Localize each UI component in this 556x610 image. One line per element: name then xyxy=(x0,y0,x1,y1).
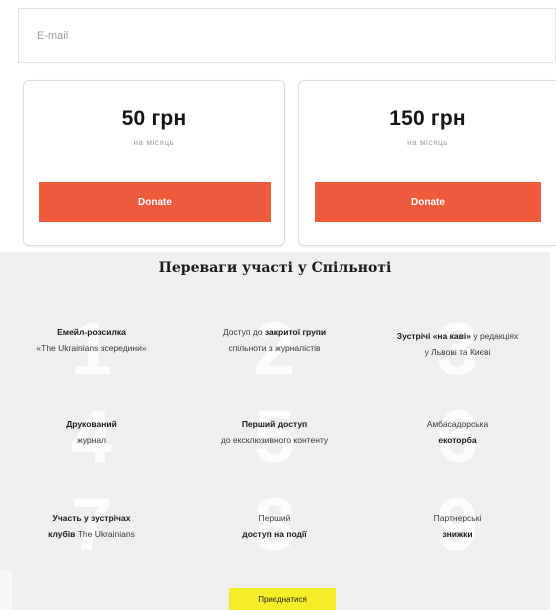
benefit-item-8: 8 Перший доступ на події xyxy=(183,480,366,570)
benefit-item-3: 3 Зустрічі «на каві» у редакціях у Львов… xyxy=(366,304,549,394)
join-button[interactable]: Приєднатися xyxy=(229,588,336,610)
benefits-section: Переваги участі у Спільноті 1 Емейл-розс… xyxy=(0,252,550,610)
plan-period: на місяць xyxy=(407,138,448,147)
plan-card-150: 150 грн на місяць Donate xyxy=(298,80,556,246)
plan-price: 50 грн xyxy=(121,107,187,130)
plan-price: 150 грн xyxy=(389,107,466,130)
email-field-container[interactable] xyxy=(18,8,556,63)
benefits-title: Переваги участі у Спільноті xyxy=(158,260,392,276)
benefit-item-4: 4 Друкований журнал xyxy=(0,392,183,482)
benefit-item-5: 5 Перший доступ до ексклюзивного контент… xyxy=(183,392,366,482)
benefit-text: Доступ до закритої групи спільноти з жур… xyxy=(222,327,327,353)
benefit-text: Перший доступ на події xyxy=(242,513,307,539)
benefit-item-9: 9 Партнерські знижки xyxy=(366,480,549,570)
benefit-item-7: 7 Участь у зустрічах клубів The Ukrainia… xyxy=(0,480,183,570)
benefit-item-6: 6 Амбасадорська екоторба xyxy=(366,392,549,482)
benefit-text: Участь у зустрічах клубів The Ukrainians xyxy=(48,513,135,539)
benefit-text: Амбасадорська екоторба xyxy=(426,419,489,445)
donate-button-150[interactable]: Donate xyxy=(315,182,541,222)
benefit-text: Зустрічі «на каві» у редакціях у Львові … xyxy=(396,331,519,357)
benefit-text: Перший доступ до ексклюзивного контенту xyxy=(220,419,329,445)
benefit-text: Емейл-розсилка «The Ukrainians зсередини… xyxy=(36,327,147,353)
benefit-text: Партнерські знижки xyxy=(433,513,482,539)
plan-card-50: 50 грн на місяць Donate xyxy=(23,80,285,246)
left-edge-strip xyxy=(0,570,12,610)
donate-button-50[interactable]: Donate xyxy=(39,182,271,222)
benefit-text: Друкований журнал xyxy=(66,419,117,445)
plan-period: на місяць xyxy=(133,138,175,147)
benefit-item-1: 1 Емейл-розсилка «The Ukrainians зсереди… xyxy=(0,304,183,394)
email-input[interactable] xyxy=(19,9,555,62)
benefit-item-2: 2 Доступ до закритої групи спільноти з ж… xyxy=(183,304,366,394)
